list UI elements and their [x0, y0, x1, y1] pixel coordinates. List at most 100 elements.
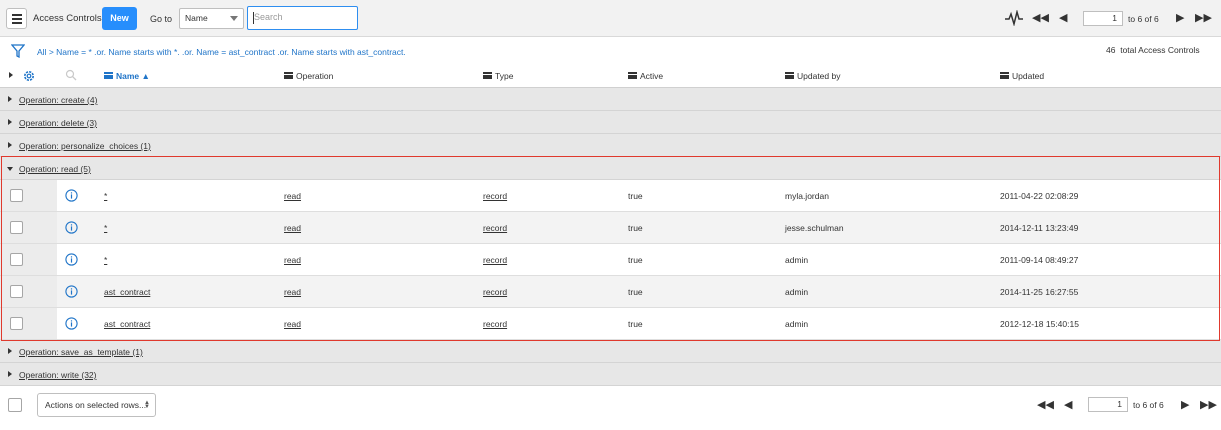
cell-name[interactable]: *: [104, 191, 107, 201]
column-menu-icon[interactable]: [785, 72, 794, 80]
table-row[interactable]: * read record true jesse.schulman 2014-1…: [0, 212, 1221, 244]
previous-page-icon[interactable]: ◀: [1064, 399, 1072, 411]
row-select-cell: [0, 244, 57, 275]
group-label[interactable]: Operation: personalize_choices (1): [19, 141, 151, 151]
cell-operation[interactable]: read: [284, 319, 301, 329]
row-select-cell: [0, 308, 57, 339]
breadcrumb-filter-link[interactable]: Name = * .or. Name starts with *. .or. N…: [56, 47, 406, 57]
row-checkbox[interactable]: [10, 253, 23, 266]
expand-icon[interactable]: [8, 96, 12, 102]
cell-operation[interactable]: read: [284, 223, 301, 233]
info-icon[interactable]: [65, 253, 78, 266]
actions-select[interactable]: Actions on selected rows... ▲ ▼: [37, 393, 156, 417]
table-row[interactable]: ast_contract read record true admin 2012…: [0, 308, 1221, 340]
search-input[interactable]: Search: [247, 6, 358, 30]
column-menu-icon[interactable]: [284, 72, 293, 80]
column-menu-icon[interactable]: [628, 72, 637, 80]
group-row[interactable]: Operation: delete (3): [0, 111, 1221, 134]
info-icon[interactable]: [65, 189, 78, 202]
cell-name[interactable]: *: [104, 223, 107, 233]
column-header-operation[interactable]: Operation: [284, 71, 333, 81]
cell-name[interactable]: ast_contract: [104, 319, 150, 329]
page-input[interactable]: 1: [1083, 11, 1123, 26]
column-menu-icon[interactable]: [483, 72, 492, 80]
row-checkbox[interactable]: [10, 317, 23, 330]
group-row[interactable]: Operation: create (4): [0, 88, 1221, 111]
cell-active: true: [628, 191, 643, 201]
page-input[interactable]: 1: [1088, 397, 1128, 412]
group-label[interactable]: Operation: create (4): [19, 95, 97, 105]
column-header-updated-by[interactable]: Updated by: [785, 71, 840, 81]
column-header-active[interactable]: Active: [628, 71, 663, 81]
cell-operation[interactable]: read: [284, 191, 301, 201]
group-label[interactable]: Operation: write (32): [19, 370, 96, 380]
cell-type[interactable]: record: [483, 223, 507, 233]
new-button[interactable]: New: [102, 7, 137, 30]
total-count-label: total Access Controls: [1120, 45, 1200, 55]
group-row[interactable]: Operation: read (5): [0, 157, 1221, 180]
collapse-icon[interactable]: [7, 167, 13, 171]
cell-active: true: [628, 319, 643, 329]
actions-select-value: Actions on selected rows...: [45, 400, 147, 410]
row-select-cell: [0, 212, 57, 243]
cell-updated-by: myla.jordan: [785, 191, 829, 201]
first-page-icon[interactable]: ◀◀: [1032, 12, 1049, 24]
cell-operation[interactable]: read: [284, 255, 301, 265]
info-icon[interactable]: [65, 221, 78, 234]
group-label[interactable]: Operation: delete (3): [19, 118, 97, 128]
cell-name[interactable]: ast_contract: [104, 287, 150, 297]
group-row[interactable]: Operation: personalize_choices (1): [0, 134, 1221, 157]
updown-icon: ▲ ▼: [144, 400, 150, 410]
last-page-icon[interactable]: ▶▶: [1195, 12, 1212, 24]
column-header-type[interactable]: Type: [483, 71, 513, 81]
expand-icon[interactable]: [8, 348, 12, 354]
goto-field-select[interactable]: Name: [179, 8, 244, 29]
search-icon[interactable]: [65, 69, 77, 81]
page-range-text: to 6 of 6: [1128, 14, 1159, 24]
select-all-checkbox[interactable]: [8, 398, 22, 412]
cell-active: true: [628, 287, 643, 297]
cell-updated: 2011-09-14 08:49:27: [1000, 255, 1079, 265]
column-header-name[interactable]: Name ▲: [104, 71, 150, 81]
cell-active: true: [628, 223, 643, 233]
expand-icon[interactable]: [8, 119, 12, 125]
table-row[interactable]: * read record true myla.jordan 2011-04-2…: [0, 180, 1221, 212]
gear-icon[interactable]: [22, 69, 36, 83]
table-row[interactable]: * read record true admin 2011-09-14 08:4…: [0, 244, 1221, 276]
group-row[interactable]: Operation: write (32): [0, 363, 1221, 386]
first-page-icon[interactable]: ◀◀: [1037, 399, 1054, 411]
table-row[interactable]: ast_contract read record true admin 2014…: [0, 276, 1221, 308]
column-header-updated[interactable]: Updated: [1000, 71, 1044, 81]
cell-operation[interactable]: read: [284, 287, 301, 297]
group-row[interactable]: Operation: save_as_template (1): [0, 340, 1221, 363]
cell-updated-by: admin: [785, 255, 809, 265]
cell-type[interactable]: record: [483, 287, 507, 297]
menu-button[interactable]: [6, 8, 27, 29]
row-select-cell: [0, 276, 57, 307]
goto-field-value: Name: [185, 13, 208, 23]
info-icon[interactable]: [65, 285, 78, 298]
row-checkbox[interactable]: [10, 285, 23, 298]
breadcrumb: All > Name = * .or. Name starts with *. …: [37, 47, 406, 57]
cell-name[interactable]: *: [104, 255, 107, 265]
expand-all-icon[interactable]: [9, 72, 13, 78]
info-icon[interactable]: [65, 317, 78, 330]
last-page-icon[interactable]: ▶▶: [1200, 399, 1217, 411]
activity-icon[interactable]: [1005, 10, 1023, 26]
column-menu-icon[interactable]: [1000, 72, 1009, 80]
row-checkbox[interactable]: [10, 221, 23, 234]
previous-page-icon[interactable]: ◀: [1059, 12, 1067, 24]
expand-icon[interactable]: [8, 371, 12, 377]
cell-updated-by: admin: [785, 319, 809, 329]
cell-type[interactable]: record: [483, 191, 507, 201]
cell-type[interactable]: record: [483, 255, 507, 265]
row-checkbox[interactable]: [10, 189, 23, 202]
expand-icon[interactable]: [8, 142, 12, 148]
next-page-icon[interactable]: ▶: [1181, 399, 1189, 411]
column-menu-icon[interactable]: [104, 72, 113, 80]
group-label[interactable]: Operation: read (5): [19, 164, 91, 174]
cell-type[interactable]: record: [483, 319, 507, 329]
filter-icon[interactable]: [11, 44, 25, 58]
group-label[interactable]: Operation: save_as_template (1): [19, 347, 143, 357]
next-page-icon[interactable]: ▶: [1176, 12, 1184, 24]
